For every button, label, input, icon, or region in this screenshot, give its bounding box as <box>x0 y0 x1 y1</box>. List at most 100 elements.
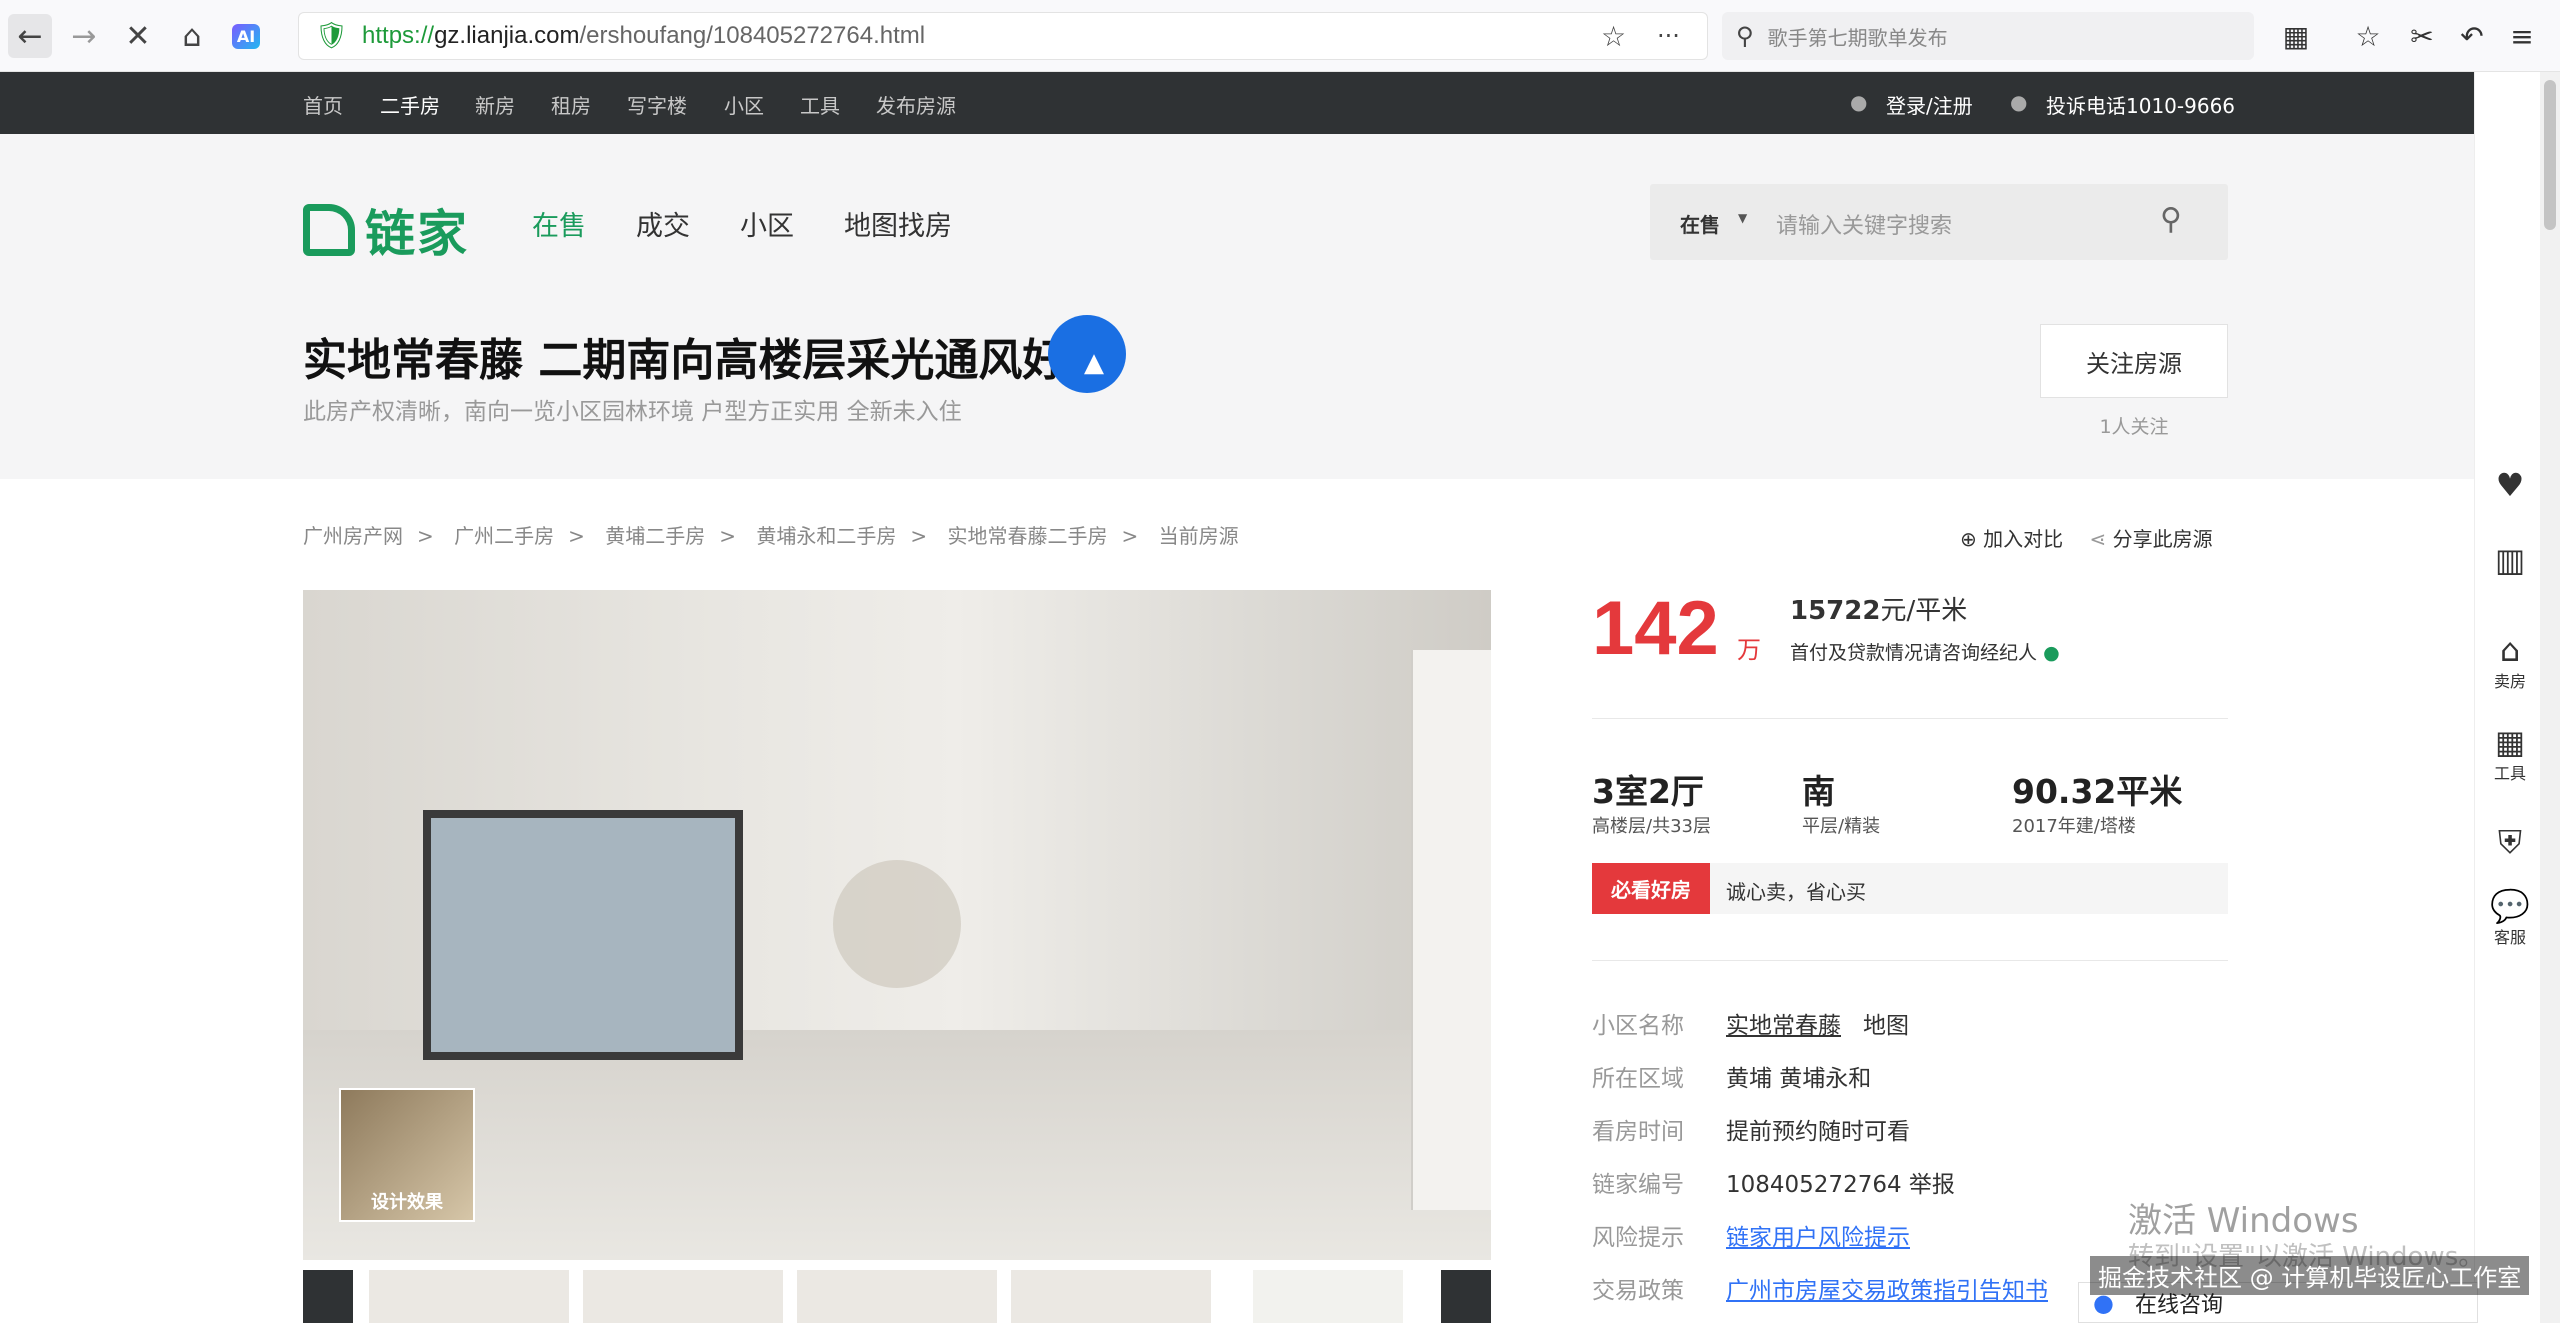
breadcrumb-item[interactable]: 黄埔永和二手房 <box>756 524 896 548</box>
chat-icon: 💬 <box>2490 887 2530 925</box>
nav-map-search[interactable]: 地图找房 <box>844 204 952 243</box>
nav-on-sale[interactable]: 在售 <box>532 204 586 243</box>
breadcrumb-item[interactable]: 实地常春藤二手房 <box>948 524 1108 548</box>
listing-subtitle: 此房产权清晰，南向一览小区园林环境 户型方正实用 全新未入住 <box>303 399 962 425</box>
ai-button[interactable]: AI <box>224 14 268 58</box>
info-key: 交易政策 <box>1592 1278 1684 1304</box>
photo-window <box>423 810 743 1060</box>
service-rail-button[interactable]: 💬 客服 <box>2475 888 2545 948</box>
info-key: 看房时间 <box>1592 1119 1684 1145</box>
breadcrumb-item[interactable]: 广州二手房 <box>454 524 554 548</box>
risk-notice-link[interactable]: 链家用户风险提示 <box>1726 1218 1910 1252</box>
thumb-prev-button[interactable] <box>303 1270 353 1323</box>
rail-label: 客服 <box>2493 928 2526 947</box>
more-icon[interactable]: ··· <box>1657 22 1680 50</box>
info-key: 所在区域 <box>1592 1066 1684 1092</box>
listing-id: 108405272764 <box>1726 1172 1902 1198</box>
topnav-home[interactable]: 首页 <box>303 90 343 119</box>
rail-label: 卖房 <box>2493 672 2526 691</box>
back-button[interactable]: ← <box>8 14 52 58</box>
region-link[interactable]: 黄埔 黄埔永和 <box>1726 1059 1871 1093</box>
nav-deals[interactable]: 成交 <box>636 204 690 243</box>
photo-door <box>1411 650 1491 1210</box>
search-icon: ⚲ <box>1736 22 1754 50</box>
undo-icon[interactable]: ↶ <box>2454 18 2490 54</box>
menu-icon[interactable]: ≡ <box>2504 18 2540 54</box>
browser-search-placeholder: 歌手第七期歌单发布 <box>1767 25 1948 50</box>
thumbnail[interactable] <box>1011 1270 1211 1323</box>
info-value: 提前预约随时可看 <box>1726 1119 1910 1145</box>
address-bar[interactable]: 🛡 https://gz.lianjia.com/ershoufang/1084… <box>298 12 1708 60</box>
info-value: 108405272764 举报 <box>1726 1165 1955 1199</box>
mouse-cursor-icon: ▲ <box>1084 348 1104 378</box>
scrollbar-thumb[interactable] <box>2544 80 2556 230</box>
site-search: 在售 ▼ 请输入关键字搜索 ⚲ <box>1650 184 2228 260</box>
scissors-icon[interactable]: ✂ <box>2404 18 2440 54</box>
search-scope-select[interactable]: 在售 <box>1680 209 1720 238</box>
topnav-community[interactable]: 小区 <box>724 90 764 119</box>
ai-icon: AI <box>231 23 261 49</box>
phone-icon: ● <box>2010 90 2028 114</box>
login-link[interactable]: 登录/注册 <box>1886 90 1973 119</box>
sell-rail-button[interactable]: ⌂ 卖房 <box>2475 632 2545 692</box>
unit-price: 15722元/平米 <box>1790 596 1968 626</box>
topnav-tools[interactable]: 工具 <box>800 90 840 119</box>
policy-link[interactable]: 广州市房屋交易政策指引告知书 <box>1726 1271 2048 1305</box>
site-search-input[interactable]: 请输入关键字搜索 <box>1776 208 1952 240</box>
thumb-next-button[interactable] <box>1441 1270 1491 1323</box>
topnav-zufang[interactable]: 租房 <box>551 90 591 119</box>
listing-header: 链家 在售 成交 小区 地图找房 在售 ▼ 请输入关键字搜索 ⚲ 实地常春藤 二… <box>0 134 2474 479</box>
follow-count: 1人关注 <box>2099 416 2169 438</box>
compare-rail-button[interactable]: ▥ <box>2475 542 2545 578</box>
share-link[interactable]: 分享此房源 <box>2113 527 2213 551</box>
nav-community[interactable]: 小区 <box>740 204 794 243</box>
scrollbar-track[interactable] <box>2540 72 2560 1323</box>
chat-icon[interactable]: ● <box>2043 642 2060 664</box>
favorite-rail-button[interactable]: ♥ <box>2475 467 2545 503</box>
search-icon[interactable]: ⚲ <box>2160 202 2182 237</box>
logo-text: 链家 <box>365 205 469 263</box>
breadcrumb-item[interactable]: 广州房产网 <box>303 524 403 548</box>
info-key: 小区名称 <box>1592 1013 1684 1039</box>
share-icon: ⋖ <box>2089 527 2107 551</box>
add-compare-link[interactable]: 加入对比 <box>1983 527 2063 551</box>
report-link[interactable]: 举报 <box>1909 1172 1955 1198</box>
listing-title: 实地常春藤 二期南向高楼层采光通风好 <box>303 335 1067 386</box>
floorplan-thumbnail[interactable] <box>1253 1270 1403 1323</box>
follow-button[interactable]: 关注房源 <box>2040 324 2228 398</box>
map-link[interactable]: 地图 <box>1863 1013 1909 1039</box>
topnav-office[interactable]: 写字楼 <box>627 90 687 119</box>
thumbnail[interactable] <box>583 1270 783 1323</box>
thumbnail[interactable] <box>797 1270 997 1323</box>
building-icon: ▥ <box>2494 541 2526 579</box>
star-icon[interactable]: ☆ <box>1601 20 1626 53</box>
apps-grid-icon[interactable]: ▦ <box>2278 18 2314 54</box>
hotline-link[interactable]: 投诉电话1010-9666 <box>2046 90 2235 119</box>
design-effect-thumb[interactable]: 设计效果 <box>339 1088 475 1222</box>
forward-button[interactable]: → <box>62 14 106 58</box>
lianjia-logo[interactable]: 链家 <box>303 194 469 266</box>
topnav-xinfang[interactable]: 新房 <box>475 90 515 119</box>
community-link[interactable]: 实地常春藤 <box>1726 1013 1841 1039</box>
compare-icon: ⊕ <box>1960 527 1977 551</box>
price-note: 首付及贷款情况请咨询经纪人 ● <box>1790 642 2060 664</box>
url-text: https://gz.lianjia.com/ershoufang/108405… <box>362 22 926 49</box>
shield-rail-button[interactable]: ⛨ <box>2475 824 2545 860</box>
shield-icon: 🛡 <box>315 21 349 51</box>
browser-search-box[interactable]: ⚲ 歌手第七期歌单发布 <box>1722 12 2254 60</box>
listing-photo[interactable]: 设计效果 <box>303 590 1491 1260</box>
breadcrumb-item[interactable]: 黄埔二手房 <box>605 524 705 548</box>
stop-loading-button[interactable]: ✕ <box>116 14 160 58</box>
must-see-badge: 必看好房 <box>1592 863 1710 914</box>
windows-activation-watermark: 激活 Windows <box>2128 1201 2359 1241</box>
must-see-tag: 必看好房 诚心卖，省心买 <box>1592 863 2228 914</box>
favorites-icon[interactable]: ☆ <box>2350 18 2386 54</box>
orientation: 南 <box>1802 772 1835 811</box>
vr-pano-icon[interactable] <box>833 860 961 988</box>
topnav-ershoufang[interactable]: 二手房 <box>380 90 440 119</box>
home-button[interactable]: ⌂ <box>170 14 214 58</box>
tools-rail-button[interactable]: ▦ 工具 <box>2475 724 2545 784</box>
house-logo-icon <box>303 204 355 256</box>
thumbnail[interactable] <box>369 1270 569 1323</box>
topnav-publish[interactable]: 发布房源 <box>876 90 956 119</box>
